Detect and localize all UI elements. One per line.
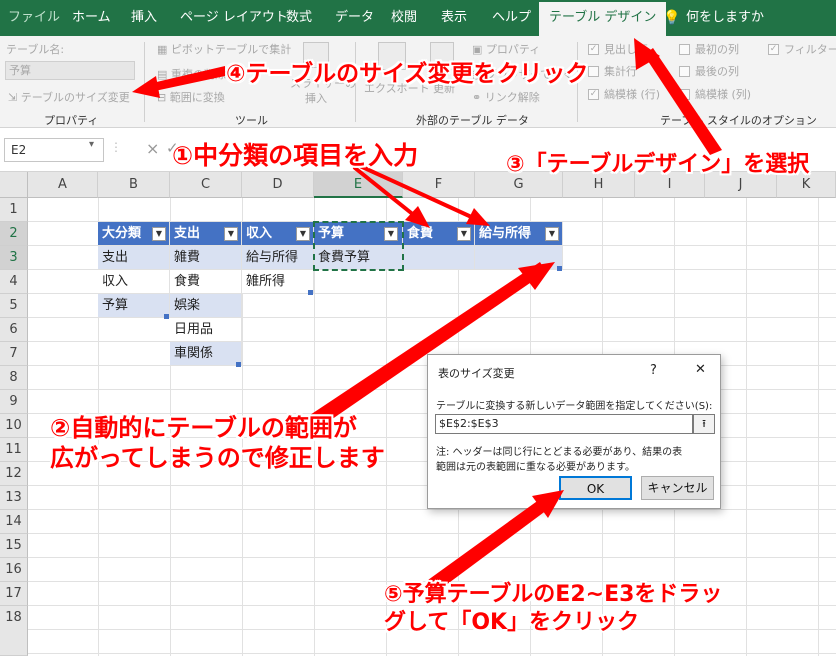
arrow-step5-shaft: [428, 494, 555, 588]
annotation-step2-line2: 広がってしまうので修正します: [50, 444, 385, 472]
arrow-step4-head: [132, 76, 160, 98]
arrow-step2-shaft: [310, 262, 546, 424]
annotation-step4: ④テーブルのサイズ変更をクリック: [226, 61, 589, 87]
annotation-step2-line1: ②自動的にテーブルの範囲が: [50, 414, 357, 442]
annotation-step3: ③「テーブルデザイン」を選択: [506, 152, 810, 177]
annotation-step1: ①中分類の項目を入力: [172, 141, 419, 170]
annotation-step5-line1: ⑤予算テーブルのE2~E3をドラッ: [384, 582, 723, 607]
arrow-step1-head-g: [466, 208, 490, 226]
arrow-step3-shaft: [644, 48, 722, 155]
annotation-arrows: [132, 38, 722, 588]
arrow-step1-to-f: [353, 166, 422, 222]
annotation-step5-line2: グして「OK」をクリック: [384, 610, 640, 635]
arrow-step4-shaft: [148, 66, 225, 92]
